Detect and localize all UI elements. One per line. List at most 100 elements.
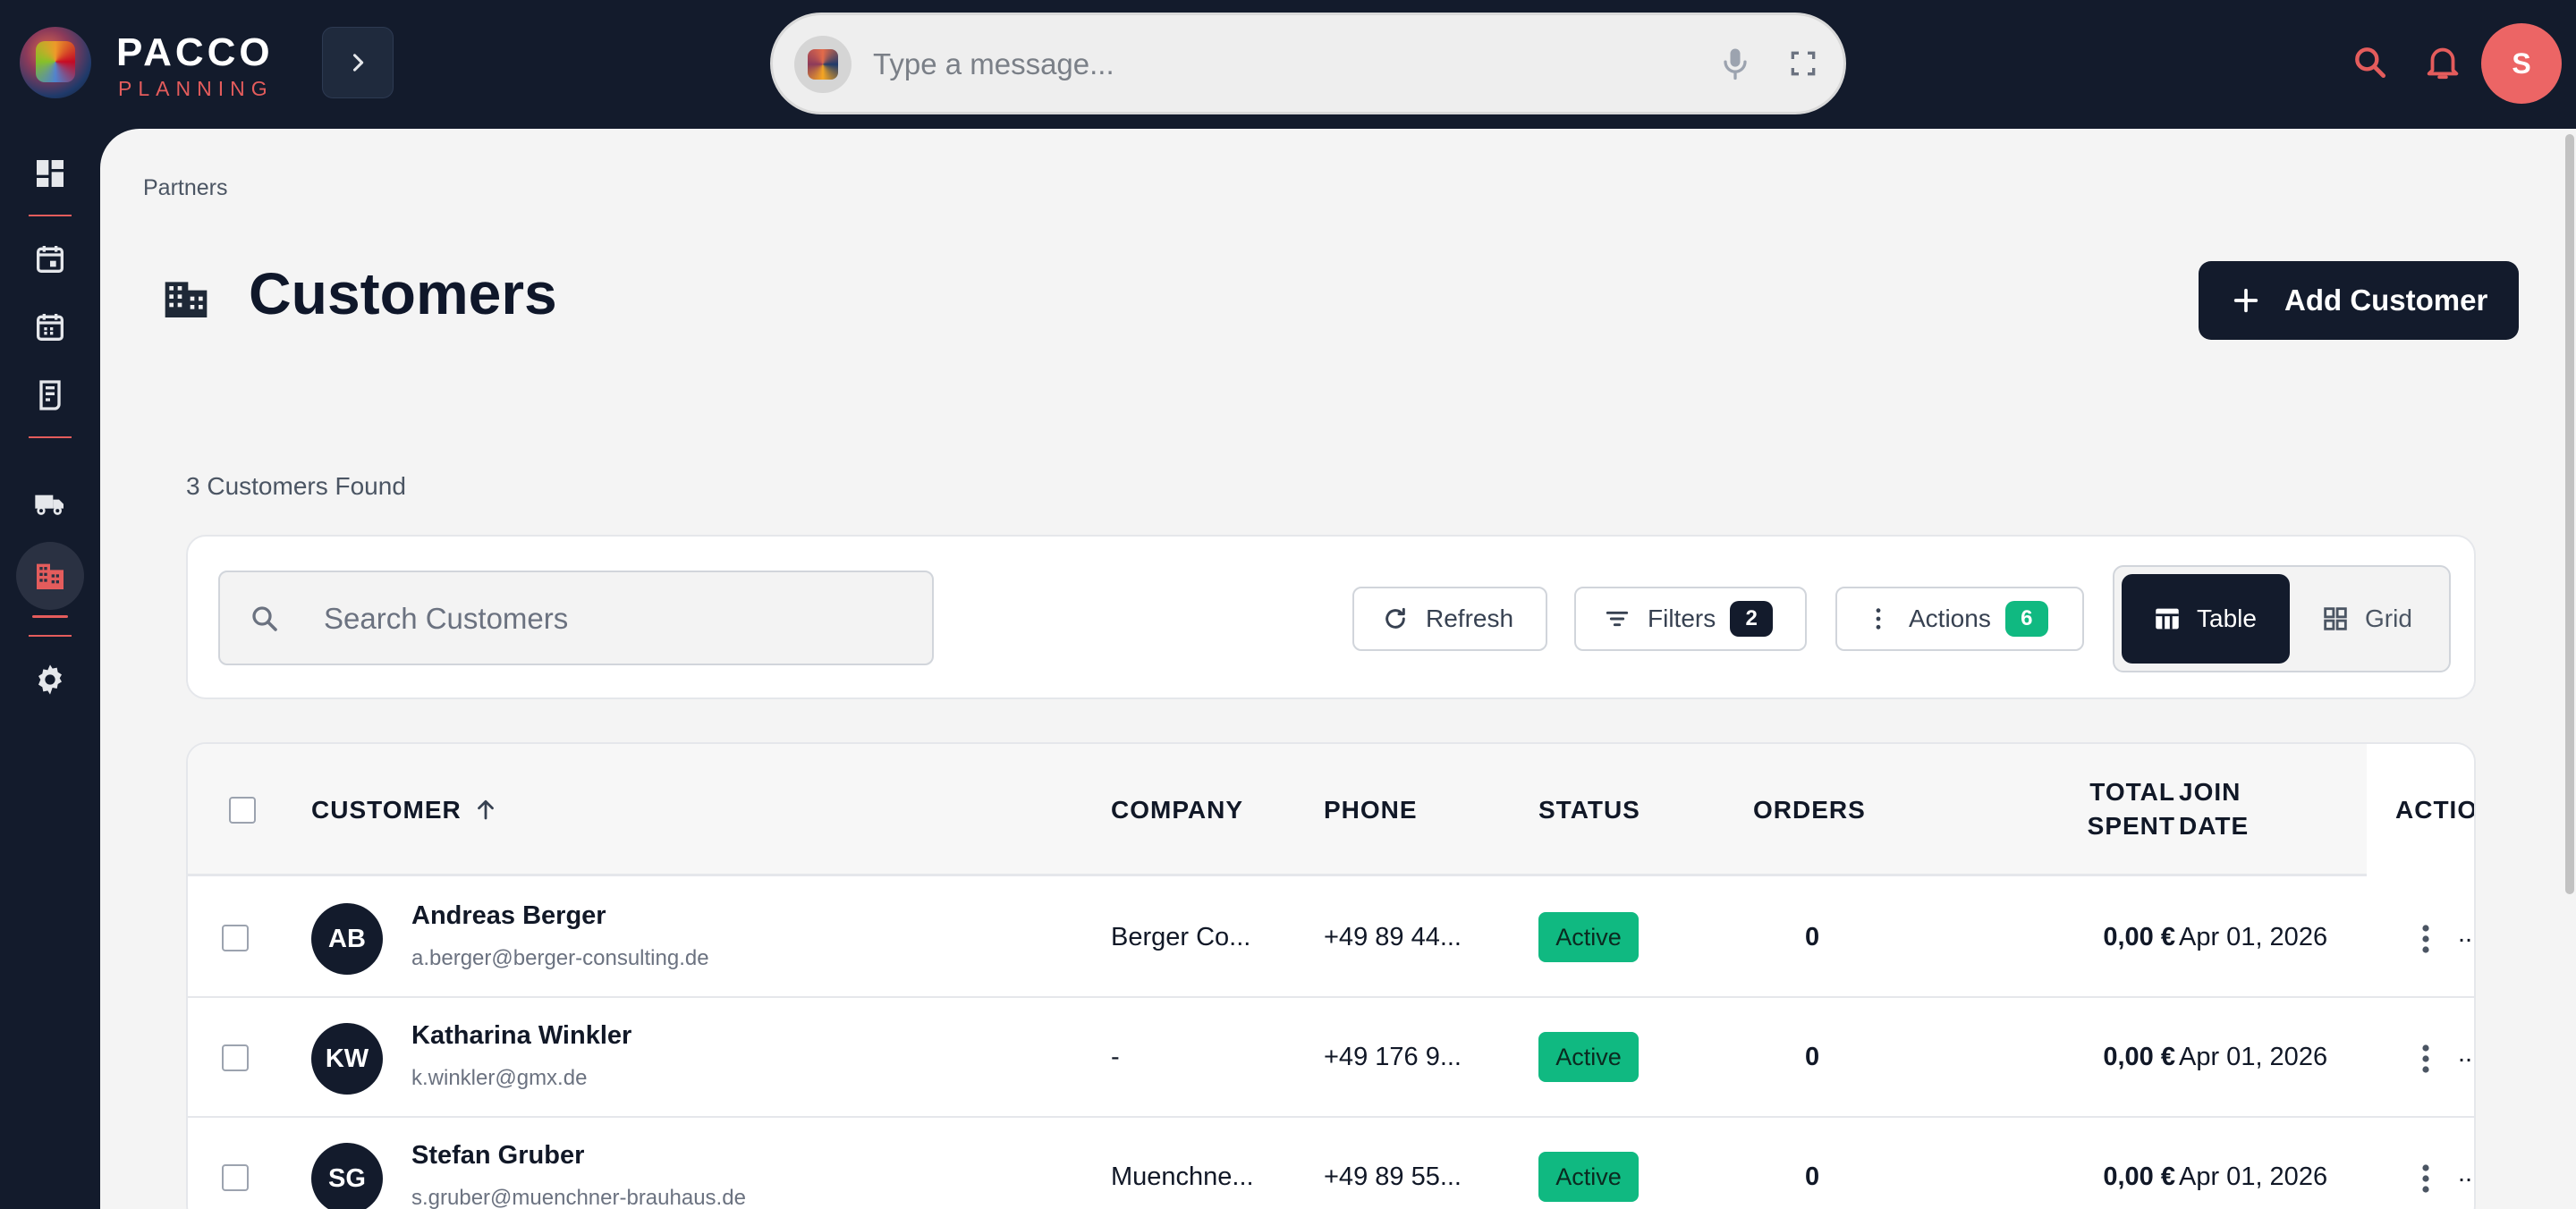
add-customer-button[interactable]: Add Customer (2199, 261, 2519, 340)
table-row[interactable]: KW Katharina Winkler k.winkler@gmx.de - … (188, 998, 2474, 1118)
sidebar-item-settings[interactable] (32, 662, 68, 698)
customer-company: Muenchne... (1111, 1162, 1254, 1191)
actions-label: Actions (1909, 604, 1991, 632)
row-checkbox[interactable] (222, 1044, 249, 1071)
scrollbar-thumb[interactable] (2565, 134, 2574, 894)
message-bar (770, 13, 1846, 114)
customer-total-spent: 0,00 € (2103, 1043, 2175, 1071)
actions-count-badge: 6 (2004, 601, 2048, 637)
sidebar-item-calendar[interactable] (32, 309, 68, 345)
row-more-actions[interactable]: .. (2458, 1159, 2472, 1188)
view-grid-button[interactable]: Grid (2320, 574, 2445, 664)
filters-label: Filters (1648, 604, 1716, 632)
sidebar-item-receipts[interactable] (32, 377, 68, 413)
view-table-button[interactable]: Table (2122, 574, 2290, 664)
customer-phone: +49 89 44... (1324, 923, 1462, 951)
chevron-right-icon (352, 54, 364, 72)
sidebar-active-indicator (32, 615, 68, 618)
customer-avatar: AB (311, 903, 383, 975)
refresh-label: Refresh (1426, 604, 1514, 632)
customer-orders: 0 (1805, 1162, 1820, 1191)
sidebar-toggle-button[interactable] (322, 27, 394, 98)
status-badge: Active (1538, 912, 1639, 962)
expand-icon[interactable] (1785, 46, 1821, 81)
customer-email: k.winkler@gmx.de (411, 1066, 588, 1090)
table-icon (2156, 608, 2179, 630)
sidebar-divider (29, 215, 72, 216)
sidebar-item-dashboard[interactable] (32, 156, 68, 191)
customer-avatar: SG (311, 1143, 383, 1209)
sort-ascending-icon[interactable] (472, 796, 499, 823)
status-badge: Active (1538, 1152, 1639, 1202)
dashboard-icon (37, 160, 64, 187)
table-header: CUSTOMER COMPANY PHONE STATUS ORDERS TOT… (188, 744, 2476, 876)
column-header-total-spent-line1[interactable]: TOTAL (2032, 778, 2175, 807)
brand-subtitle: PLANNING (118, 77, 274, 100)
customer-name[interactable]: Andreas Berger (411, 901, 606, 931)
row-menu-icon[interactable] (2419, 923, 2433, 955)
row-checkbox[interactable] (222, 925, 249, 951)
customer-name[interactable]: Katharina Winkler (411, 1021, 631, 1051)
gear-icon (38, 664, 62, 695)
filters-button[interactable]: Filters 2 (1574, 587, 1807, 651)
search-input[interactable] (324, 597, 896, 640)
table-row[interactable]: AB Andreas Berger a.berger@berger-consul… (188, 878, 2474, 998)
table-toolbar: Refresh Filters 2 Actions 6 Table Grid (186, 535, 2476, 699)
row-menu-icon[interactable] (2419, 1043, 2433, 1075)
column-header-phone[interactable]: PHONE (1324, 796, 1418, 824)
refresh-button[interactable]: Refresh (1352, 587, 1547, 651)
column-header-join-date-line1[interactable]: JOIN (2179, 778, 2241, 807)
row-menu-icon[interactable] (2419, 1162, 2433, 1195)
select-all-checkbox[interactable] (229, 797, 256, 824)
sidebar-divider (29, 436, 72, 438)
view-grid-label: Grid (2365, 604, 2412, 632)
column-header-orders[interactable]: ORDERS (1753, 796, 1866, 824)
sidebar-item-customers[interactable] (32, 558, 68, 594)
column-header-customer[interactable]: CUSTOMER (311, 796, 462, 824)
calendar-day-icon (37, 246, 64, 273)
view-table-label: Table (2197, 604, 2257, 632)
sidebar-item-today[interactable] (32, 241, 68, 277)
top-bar: PACCO PLANNING S (0, 0, 2576, 129)
receipt-icon (39, 380, 61, 410)
results-count: 3 Customers Found (186, 472, 406, 500)
customer-search[interactable] (218, 571, 934, 665)
row-more-actions[interactable]: .. (2458, 919, 2472, 949)
column-header-join-date-line2[interactable]: DATE (2179, 812, 2249, 841)
building-icon (165, 282, 208, 317)
column-header-status[interactable]: STATUS (1538, 796, 1640, 824)
actions-button[interactable]: Actions 6 (1835, 587, 2084, 651)
customer-email: a.berger@berger-consulting.de (411, 946, 709, 970)
building-icon (37, 563, 64, 589)
search-icon[interactable] (2351, 43, 2390, 82)
column-header-company[interactable]: COMPANY (1111, 796, 1243, 824)
sidebar-item-deliveries[interactable] (32, 485, 68, 520)
microphone-icon[interactable] (1716, 44, 1755, 83)
sidebar (0, 129, 100, 1209)
column-header-total-spent-line2[interactable]: SPENT (2032, 812, 2175, 841)
page-title: Customers (249, 260, 557, 326)
truck-icon (35, 495, 64, 515)
filters-count-badge: 2 (1730, 601, 1774, 637)
row-checkbox[interactable] (222, 1164, 249, 1191)
app-logo[interactable] (20, 27, 91, 98)
row-more-actions[interactable]: .. (2458, 1039, 2472, 1069)
breadcrumb[interactable]: Partners (143, 175, 227, 201)
customers-table: CUSTOMER COMPANY PHONE STATUS ORDERS TOT… (186, 742, 2476, 1209)
grid-icon (2324, 607, 2347, 630)
column-header-actions: ACTIO (2395, 796, 2476, 824)
user-avatar[interactable]: S (2481, 23, 2562, 104)
customer-join-date: Apr 01, 2026 (2179, 1162, 2328, 1191)
more-vertical-icon (1876, 608, 1881, 630)
message-input[interactable] (873, 42, 1606, 87)
table-row[interactable]: SG Stefan Gruber s.gruber@muenchner-brau… (188, 1118, 2474, 1209)
customer-join-date: Apr 01, 2026 (2179, 923, 2328, 951)
bell-icon[interactable] (2422, 41, 2463, 82)
customer-phone: +49 89 55... (1324, 1162, 1462, 1191)
refresh-icon (1385, 607, 1405, 629)
status-badge: Active (1538, 1032, 1639, 1082)
customer-name[interactable]: Stefan Gruber (411, 1141, 584, 1171)
customer-orders: 0 (1805, 923, 1820, 951)
customer-phone: +49 176 9... (1324, 1043, 1462, 1071)
add-customer-label: Add Customer (2284, 283, 2488, 317)
